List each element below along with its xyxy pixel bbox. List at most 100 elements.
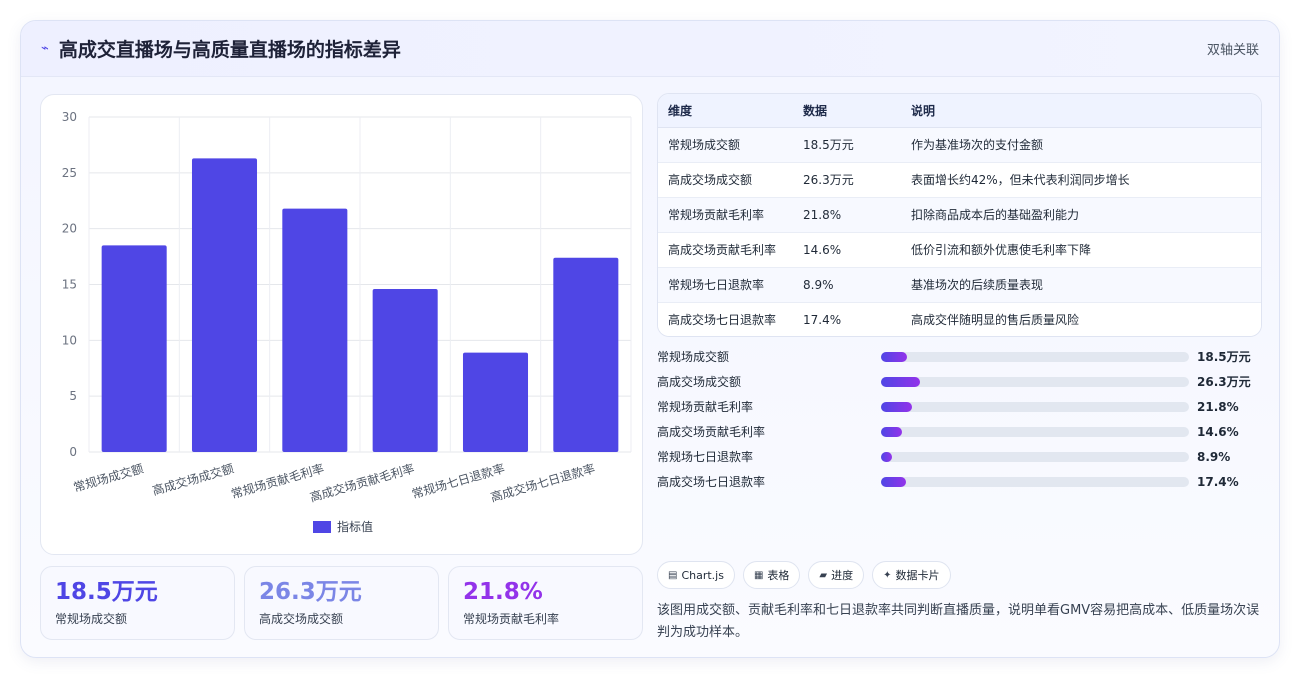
kpi-label: 常规场成交额 <box>55 612 128 626</box>
report-card: ⌁ 高成交直播场与高质量直播场的指标差异 双轴关联 0 5 10 15 20 25 30 常规… <box>20 20 1280 658</box>
table-cell: 高成交场成交额 <box>658 162 803 198</box>
progress-fill <box>881 351 908 362</box>
table-cell: 17.4% <box>803 302 911 336</box>
progress-list: 常规场成交额 18.5万元 高成交场成交额 26.3万元 常规场贡献毛利率 21… <box>657 344 1262 494</box>
table-row: 常规场七日退款率 8.9% 基准场次的后续质量表现 <box>658 267 1261 303</box>
table-row: 高成交场七日退款率 17.4% 高成交伴随明显的售后质量风险 <box>658 302 1261 336</box>
y-tick-label: 5 <box>69 389 77 403</box>
progress-row: 高成交场七日退款率 17.4% <box>657 469 1262 494</box>
legend-label: 指标值 <box>337 519 373 534</box>
progress-label: 常规场成交额 <box>657 350 730 364</box>
table-cell: 高成交伴随明显的售后质量风险 <box>911 302 1261 336</box>
table-icon: ▦ <box>753 569 764 581</box>
progress-value: 21.8% <box>1197 399 1239 414</box>
sparkle-icon: ✦ <box>883 569 892 581</box>
bar <box>553 257 619 452</box>
x-tick-label: 高成交场成交额 <box>150 460 235 498</box>
progress-fill <box>881 476 906 487</box>
progress-row: 常规场成交额 18.5万元 <box>657 344 1262 369</box>
column-header: 说明 <box>911 94 1261 128</box>
monitor-icon: ▤ <box>668 569 678 581</box>
tech-tags: ▤ Chart.js ▦ 表格 ▰ 进度 ✦ 数据卡片 <box>657 561 951 589</box>
y-tick-label: 20 <box>62 222 77 236</box>
chip-label: 数据卡片 <box>895 569 940 582</box>
progress-track <box>881 376 1189 387</box>
card-header: ⌁ 高成交直播场与高质量直播场的指标差异 双轴关联 <box>21 21 1279 77</box>
bar <box>191 158 258 453</box>
table-row: 常规场贡献毛利率 21.8% 扣除商品成本后的基础盈利能力 <box>658 197 1261 233</box>
chip-data-cards[interactable]: ✦ 数据卡片 <box>872 561 951 589</box>
bar <box>101 245 167 452</box>
progress-value: 17.4% <box>1197 474 1239 489</box>
progress-row: 常规场七日退款率 8.9% <box>657 444 1262 469</box>
dual-axis-badge: 双轴关联 <box>1206 43 1259 58</box>
table-cell: 21.8% <box>803 197 911 233</box>
progress-value: 26.3万元 <box>1197 375 1251 389</box>
chip-label: 表格 <box>767 569 790 582</box>
chart-note: 该图用成交额、贡献毛利率和七日退款率共同判断直播质量，说明单看GMV容易把高成本… <box>657 603 1260 640</box>
y-tick-label: 10 <box>62 333 77 347</box>
table-cell: 常规场七日退款率 <box>658 267 803 303</box>
progress-fill <box>881 376 920 387</box>
table-cell: 高成交场贡献毛利率 <box>658 232 803 268</box>
x-tick-label: 常规场成交额 <box>72 460 145 494</box>
bar <box>282 208 348 452</box>
table-cell: 低价引流和额外优惠使毛利率下降 <box>911 232 1261 268</box>
chip-label: 进度 <box>831 569 854 582</box>
progress-label: 高成交场贡献毛利率 <box>657 425 766 439</box>
y-tick-label: 30 <box>62 110 77 124</box>
chip-progress[interactable]: ▰ 进度 <box>808 561 865 589</box>
y-tick-label: 25 <box>62 166 77 180</box>
progress-track <box>881 426 1189 437</box>
kpi-label: 常规场贡献毛利率 <box>463 612 560 626</box>
trend-line-icon: ⌁ <box>41 41 49 56</box>
bar-chart-panel: 0 5 10 15 20 25 30 常规场成交额 高成交场成交额 常规场贡献毛利率 高成交场贡献毛… <box>40 94 643 555</box>
x-tick-label: 高成交场贡献毛利率 <box>308 460 416 504</box>
progress-label: 高成交场七日退款率 <box>657 475 766 489</box>
table-cell: 常规场贡献毛利率 <box>658 197 803 233</box>
chip-chartjs[interactable]: ▤ Chart.js <box>657 561 735 589</box>
progress-fill <box>881 451 893 462</box>
legend-swatch <box>313 521 331 533</box>
page-title: 高成交直播场与高质量直播场的指标差异 <box>58 39 401 61</box>
progress-track <box>881 476 1189 487</box>
chip-table[interactable]: ▦ 表格 <box>742 561 801 589</box>
progress-icon: ▰ <box>819 569 828 581</box>
progress-value: 18.5万元 <box>1197 350 1251 364</box>
progress-label: 常规场七日退款率 <box>657 450 754 464</box>
table-cell: 18.5万元 <box>803 127 911 163</box>
progress-fill <box>881 426 902 437</box>
progress-label: 高成交场成交额 <box>657 375 742 389</box>
kpi-value: 18.5万元 <box>55 579 158 605</box>
table-row: 常规场成交额 18.5万元 作为基准场次的支付金额 <box>658 127 1261 163</box>
bar-chart: 051015202530常规场成交额 高成交场成交额常规场贡献毛利率高成交场贡献毛… <box>62 110 632 534</box>
progress-fill <box>881 401 912 412</box>
kpi-card: 18.5万元 常规场成交额 <box>40 566 235 640</box>
chip-label: Chart.js <box>681 568 724 582</box>
table-header-row: 维度 数据 说明 <box>658 94 1261 128</box>
bar <box>372 288 438 452</box>
kpi-value: 26.3万元 <box>259 579 362 605</box>
column-header: 维度 <box>658 94 803 128</box>
kpi-card: 21.8% 常规场贡献毛利率 <box>448 566 643 640</box>
progress-label: 常规场贡献毛利率 <box>657 400 754 414</box>
progress-track <box>881 351 1189 362</box>
kpi-label: 高成交场成交额 <box>259 612 344 626</box>
table-cell: 表面增长约42%，但未代表利润同步增长 <box>911 162 1261 198</box>
progress-track <box>881 401 1189 412</box>
table-row: 高成交场贡献毛利率 14.6% 低价引流和额外优惠使毛利率下降 <box>658 232 1261 268</box>
table-row: 高成交场成交额 26.3万元 表面增长约42%，但未代表利润同步增长 <box>658 162 1261 198</box>
table-cell: 常规场成交额 <box>658 127 803 163</box>
table-cell: 14.6% <box>803 232 911 268</box>
progress-row: 高成交场贡献毛利率 14.6% <box>657 419 1262 444</box>
metrics-table: 维度 数据 说明 常规场成交额 18.5万元 作为基准场次的支付金额 高成交场成… <box>658 94 1261 336</box>
bar <box>462 352 529 452</box>
table-cell: 8.9% <box>803 267 911 303</box>
progress-track <box>881 451 1189 462</box>
kpi-card: 26.3万元 高成交场成交额 <box>244 566 439 640</box>
metrics-table-panel: 维度 数据 说明 常规场成交额 18.5万元 作为基准场次的支付金额 高成交场成… <box>657 93 1262 337</box>
table-cell: 扣除商品成本后的基础盈利能力 <box>911 197 1261 233</box>
table-cell: 高成交场七日退款率 <box>658 302 803 336</box>
x-tick-label: 高成交场七日退款率 <box>489 460 597 504</box>
column-header: 数据 <box>803 94 911 128</box>
